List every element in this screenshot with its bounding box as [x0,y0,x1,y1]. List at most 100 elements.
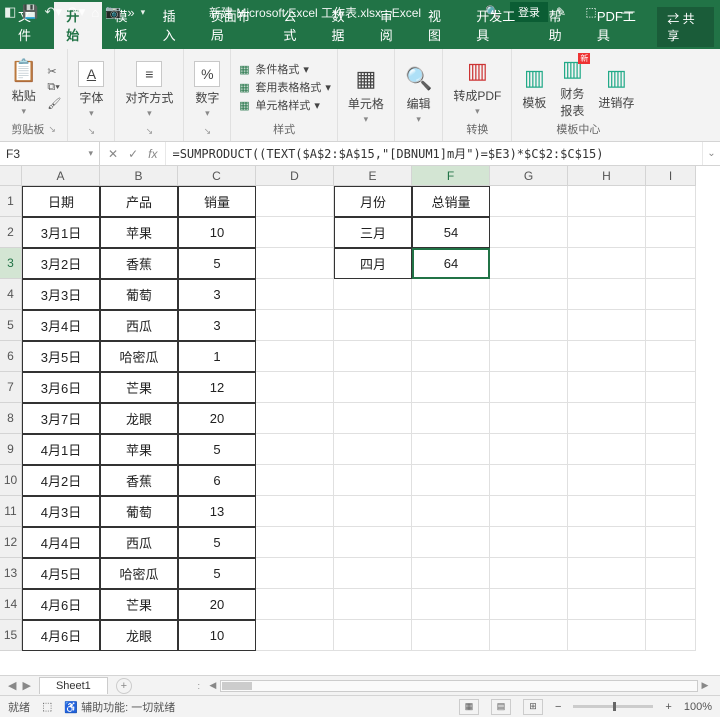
cell[interactable] [646,248,696,279]
cell[interactable] [568,310,646,341]
column-header[interactable]: G [490,166,568,186]
undo-icon[interactable]: ↶▾ [44,4,61,20]
cell[interactable] [490,527,568,558]
cell[interactable] [256,341,334,372]
conditional-format-button[interactable]: ▦条件格式 ▾ [237,61,331,77]
table-format-button[interactable]: ▦套用表格格式 ▾ [237,79,331,95]
cell[interactable] [646,341,696,372]
column-header[interactable]: F [412,166,490,186]
cell[interactable] [568,341,646,372]
share-button[interactable]: ⇄ 共享 [657,7,714,47]
horizontal-scrollbar[interactable]: :◀ ▶ [192,679,712,693]
number-button[interactable]: % 数字▾ [190,59,224,121]
cell[interactable] [256,434,334,465]
clipboard-dialog-icon[interactable]: ↘ [48,124,56,135]
cell[interactable] [646,558,696,589]
cell[interactable] [568,279,646,310]
cell[interactable] [334,620,412,651]
cell[interactable] [646,465,696,496]
row-header[interactable]: 12 [0,527,22,558]
cell[interactable]: 芒果 [100,589,178,620]
cell[interactable] [412,372,490,403]
cell[interactable] [256,403,334,434]
cell[interactable] [646,279,696,310]
row-header[interactable]: 5 [0,310,22,341]
cell[interactable] [490,248,568,279]
cell[interactable] [334,279,412,310]
formula-input[interactable]: =SUMPRODUCT((TEXT($A$2:$A$15,"[DBNUM1]m月… [166,142,702,165]
sheet-tab[interactable]: Sheet1 [39,677,108,694]
number-dialog-icon[interactable]: ↘ [204,126,212,137]
tab-help[interactable]: 帮助 [537,2,585,49]
cell[interactable] [490,186,568,217]
cell[interactable] [568,589,646,620]
cell[interactable] [568,558,646,589]
cell[interactable] [412,558,490,589]
column-header[interactable]: H [568,166,646,186]
home-icon[interactable]: ⌂ [91,5,99,20]
row-header[interactable]: 1 [0,186,22,217]
row-header[interactable]: 7 [0,372,22,403]
zoom-in-button[interactable]: + [665,701,671,713]
cell[interactable] [334,527,412,558]
cell[interactable] [334,465,412,496]
cell[interactable] [490,558,568,589]
cell[interactable] [646,496,696,527]
redo-icon[interactable]: ↷▾ [68,4,85,20]
purchase-button[interactable]: ▥ 进销存 [594,62,638,113]
cell[interactable]: 哈密瓜 [100,341,178,372]
cell[interactable]: 20 [178,589,256,620]
cell[interactable]: 龙眼 [100,403,178,434]
cell[interactable] [412,589,490,620]
row-header[interactable]: 6 [0,341,22,372]
cell[interactable]: 5 [178,558,256,589]
cell[interactable]: 3月1日 [22,217,100,248]
cell[interactable] [256,496,334,527]
sheet-nav-prev-icon[interactable]: ◀ [8,679,16,692]
cell[interactable] [490,496,568,527]
cell[interactable]: 4月2日 [22,465,100,496]
cell[interactable]: 3月6日 [22,372,100,403]
zoom-out-button[interactable]: − [555,701,561,713]
align-dialog-icon[interactable]: ↘ [146,126,154,137]
zoom-level[interactable]: 100% [684,701,712,713]
row-header[interactable]: 15 [0,620,22,651]
add-sheet-button[interactable]: + [116,678,132,694]
cell[interactable] [412,620,490,651]
cell[interactable] [490,310,568,341]
cell[interactable]: 总销量 [412,186,490,217]
cell[interactable] [334,310,412,341]
cell[interactable] [256,465,334,496]
financial-report-button[interactable]: ▥新 财务 报表 [556,53,588,121]
cell[interactable] [490,465,568,496]
cell[interactable]: 芒果 [100,372,178,403]
cell[interactable]: 3月5日 [22,341,100,372]
cell[interactable]: 10 [178,217,256,248]
cell[interactable] [412,465,490,496]
row-header[interactable]: 13 [0,558,22,589]
cell[interactable]: 四月 [334,248,412,279]
cell[interactable]: 西瓜 [100,527,178,558]
cell[interactable]: 香蕉 [100,248,178,279]
cell[interactable] [490,372,568,403]
cell[interactable] [646,372,696,403]
cell[interactable]: 苹果 [100,217,178,248]
cell[interactable] [646,186,696,217]
zoom-slider[interactable] [573,705,653,708]
cell[interactable] [256,217,334,248]
row-header[interactable]: 3 [0,248,22,279]
cell-style-button[interactable]: ▦单元格样式 ▾ [237,97,331,113]
cell[interactable] [256,186,334,217]
cell[interactable]: 4月5日 [22,558,100,589]
column-header[interactable]: B [100,166,178,186]
cell[interactable] [412,279,490,310]
cell[interactable] [646,217,696,248]
row-header[interactable]: 4 [0,279,22,310]
cell[interactable]: 葡萄 [100,279,178,310]
cell[interactable] [568,496,646,527]
cell[interactable]: 月份 [334,186,412,217]
cell[interactable] [568,186,646,217]
cell[interactable] [334,496,412,527]
paste-button[interactable]: 📋 粘贴 ▾ [6,55,41,119]
cell[interactable] [256,248,334,279]
